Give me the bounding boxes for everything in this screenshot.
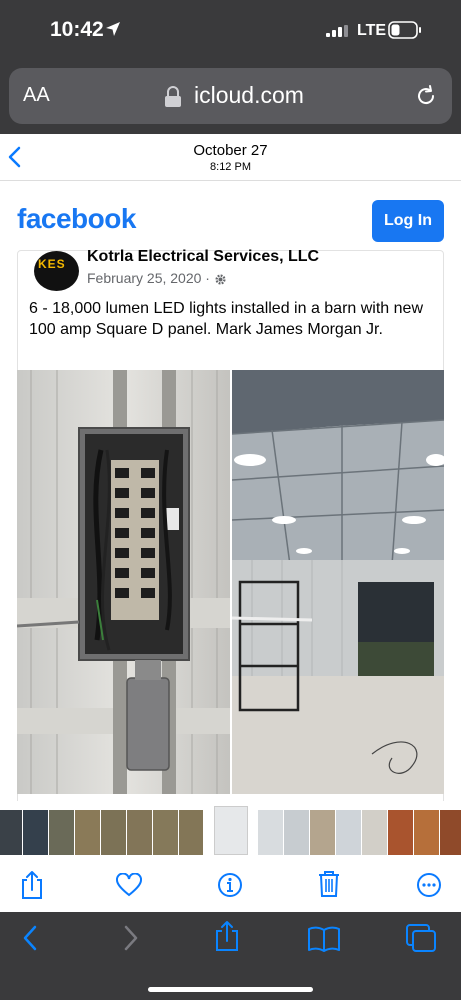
thumbnail[interactable]: [101, 810, 126, 855]
browser-address-area: AA icloud.com: [0, 62, 461, 134]
share-icon[interactable]: [19, 870, 45, 900]
status-bar: 10:42 LTE: [0, 0, 461, 62]
thumbnail[interactable]: [388, 810, 413, 855]
thumbnail[interactable]: [362, 810, 387, 855]
post-date-text: February 25, 2020 ·: [87, 270, 210, 286]
thumbnail[interactable]: [23, 810, 48, 855]
more-icon[interactable]: [416, 872, 442, 898]
thumbnail[interactable]: [75, 810, 100, 855]
post-text: 6 - 18,000 lumen LED lights installed in…: [29, 300, 423, 338]
photo-content: facebook Log In KES Kotrla Electrical Se…: [0, 181, 461, 801]
thumbnail[interactable]: [310, 810, 335, 855]
thumbnail-strip[interactable]: [0, 801, 461, 859]
thumbnail[interactable]: [127, 810, 152, 855]
info-icon[interactable]: [217, 872, 243, 898]
thumbnail[interactable]: [258, 810, 283, 855]
chevron-left-icon[interactable]: [20, 924, 40, 952]
avatar[interactable]: KES: [34, 251, 79, 291]
status-time: 10:42: [50, 18, 104, 41]
home-indicator: [148, 987, 313, 992]
photo-time: 8:12 PM: [210, 161, 251, 173]
facebook-logo: facebook: [17, 203, 136, 234]
battery-icon: [388, 21, 421, 39]
url-text[interactable]: icloud.com: [194, 82, 304, 109]
heart-icon[interactable]: [115, 873, 143, 897]
login-button[interactable]: Log In: [372, 200, 444, 242]
share-icon[interactable]: [214, 920, 240, 952]
book-icon[interactable]: [307, 926, 341, 952]
browser-toolbar: [0, 912, 461, 1000]
barn-photo[interactable]: [232, 370, 444, 794]
address-bar[interactable]: AA icloud.com: [9, 68, 452, 124]
cellular-signal-icon: [326, 25, 348, 37]
page-name[interactable]: Kotrla Electrical Services, LLC: [87, 248, 319, 266]
panel-photo[interactable]: [17, 370, 230, 794]
photo-viewer-header: October 27 8:12 PM: [0, 134, 461, 181]
post-date: February 25, 2020 ·: [87, 270, 227, 286]
photo-date: October 27: [193, 142, 268, 159]
chevron-right-icon[interactable]: [121, 924, 141, 952]
photo-action-bar: [0, 859, 461, 912]
avatar-logo: KES: [38, 257, 66, 271]
tabs-icon[interactable]: [405, 923, 437, 953]
thumbnail[interactable]: [0, 810, 22, 855]
gear-icon: [215, 274, 226, 285]
thumbnail[interactable]: [336, 810, 361, 855]
trash-icon[interactable]: [317, 870, 341, 898]
thumbnail[interactable]: [153, 810, 178, 855]
reload-icon[interactable]: [414, 84, 438, 108]
lock-icon: [165, 86, 181, 107]
network-type: LTE: [357, 22, 387, 39]
location-arrow-icon: [106, 22, 120, 36]
thumbnail-current[interactable]: [214, 806, 248, 855]
facebook-header: facebook Log In: [0, 181, 461, 251]
thumbnail[interactable]: [414, 810, 439, 855]
thumbnail[interactable]: [49, 810, 74, 855]
thumbnail[interactable]: [284, 810, 309, 855]
text-size-button[interactable]: AA: [23, 84, 50, 107]
thumbnail[interactable]: [179, 810, 203, 855]
thumbnail[interactable]: [440, 810, 461, 855]
